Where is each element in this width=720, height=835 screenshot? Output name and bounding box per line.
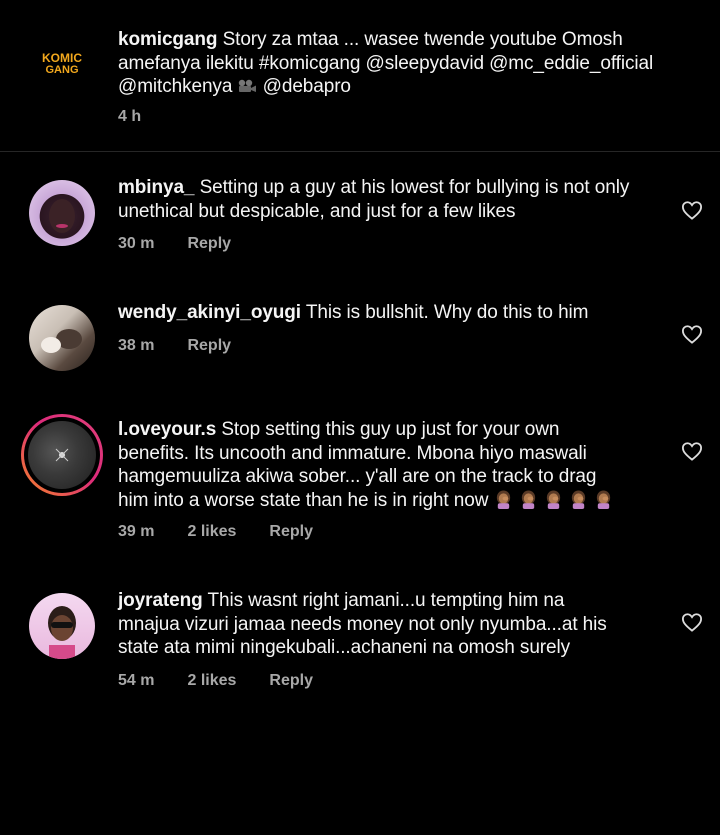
heart-outline-icon[interactable] bbox=[681, 441, 703, 461]
story-ring[interactable] bbox=[21, 414, 103, 496]
reply-button[interactable]: Reply bbox=[187, 337, 231, 354]
post-meta: 4 h bbox=[118, 108, 174, 126]
comment-username[interactable]: wendy_akinyi_oyugi bbox=[118, 302, 301, 323]
comment-meta: 30 m Reply bbox=[118, 235, 264, 253]
comment-text: l.oveyour.s Stop setting this guy up jus… bbox=[118, 418, 663, 512]
comment-text: wendy_akinyi_oyugi This is bullshit. Why… bbox=[118, 302, 589, 323]
comment-text: mbinya_ Setting up a guy at his lowest f… bbox=[118, 177, 630, 222]
svg-text:GANG: GANG bbox=[46, 64, 79, 76]
comment-time: 54 m bbox=[118, 672, 155, 689]
comment-username[interactable]: joyrateng bbox=[118, 590, 203, 611]
comment-meta: 54 m 2 likes Reply bbox=[118, 672, 346, 690]
avatar-photo bbox=[49, 199, 75, 233]
comment-time: 39 m bbox=[118, 523, 155, 540]
avatar-photo bbox=[48, 606, 76, 659]
woman-facepalming-icon bbox=[521, 489, 535, 509]
divider bbox=[0, 151, 720, 152]
post-caption: komicgang Story za mtaa ... wasee twende… bbox=[118, 29, 654, 97]
comment-time: 38 m bbox=[118, 337, 155, 354]
comment-username[interactable]: mbinya_ bbox=[118, 177, 194, 198]
avatar-wendy[interactable] bbox=[29, 305, 95, 371]
comment-meta: 39 m 2 likes Reply bbox=[118, 523, 346, 541]
avatar-mbinya[interactable] bbox=[29, 180, 95, 246]
avatar-photo bbox=[41, 329, 82, 353]
post-time: 4 h bbox=[118, 108, 142, 125]
woman-facepalming-icon bbox=[546, 489, 560, 509]
movie-camera-icon bbox=[239, 79, 257, 92]
avatar-loveyours bbox=[28, 421, 96, 489]
comment-time: 30 m bbox=[118, 235, 155, 252]
komicgang-logo: KOMIC GANG bbox=[42, 51, 82, 76]
comment-username[interactable]: l.oveyour.s bbox=[118, 419, 216, 440]
heart-outline-icon[interactable] bbox=[681, 612, 703, 632]
avatar-photo bbox=[55, 448, 69, 462]
reply-button[interactable]: Reply bbox=[269, 523, 313, 540]
woman-facepalming-icon bbox=[496, 489, 510, 509]
svg-text:KOMIC: KOMIC bbox=[42, 51, 82, 65]
komicgang-avatar[interactable]: KOMIC GANG bbox=[29, 30, 95, 96]
heart-outline-icon[interactable] bbox=[681, 324, 703, 344]
heart-outline-icon[interactable] bbox=[681, 200, 703, 220]
reply-button[interactable]: Reply bbox=[187, 235, 231, 252]
avatar-joyrateng[interactable] bbox=[29, 593, 95, 659]
woman-facepalming-icon-row bbox=[494, 489, 619, 511]
comment-meta: 38 m Reply bbox=[118, 337, 264, 355]
likes-count[interactable]: 2 likes bbox=[187, 672, 236, 689]
comment-text: joyrateng This wasnt right jamani...u te… bbox=[118, 590, 607, 658]
reply-button[interactable]: Reply bbox=[269, 672, 313, 689]
woman-facepalming-icon bbox=[571, 489, 585, 509]
post-username[interactable]: komicgang bbox=[118, 29, 218, 50]
likes-count[interactable]: 2 likes bbox=[187, 523, 236, 540]
woman-facepalming-icon bbox=[596, 489, 610, 509]
